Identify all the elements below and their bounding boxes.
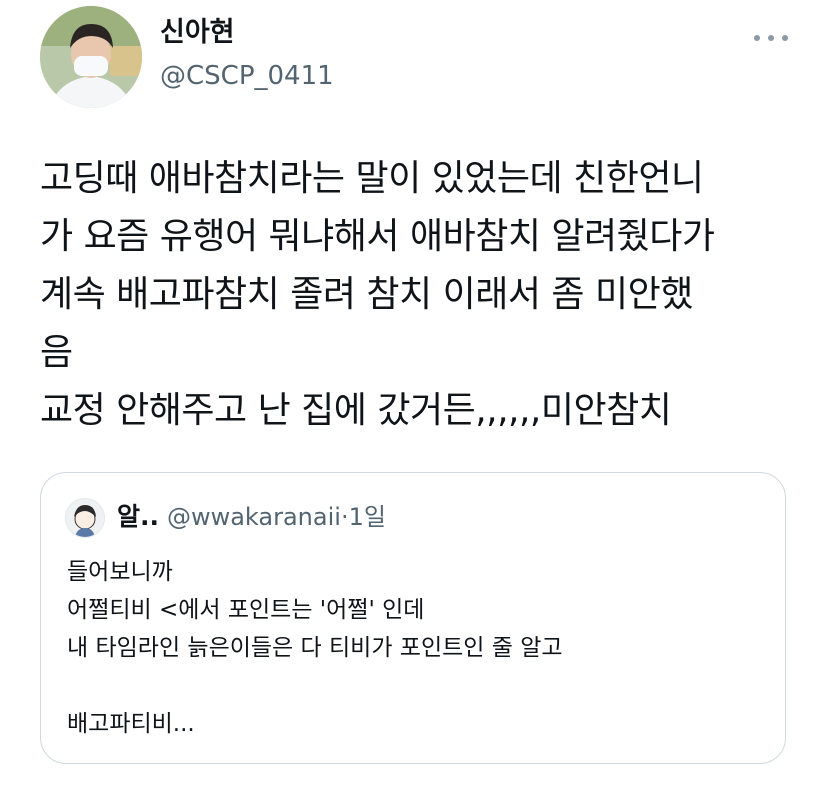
tweet-text: 고딩때 애바참치라는 말이 있었는데 친한언니 가 요즘 유행어 뭐냐해서 애바… [40,158,715,431]
quoted-tweet-header: 알.. @wwakaranaii·1일 [117,499,386,535]
author-avatar[interactable] [40,6,142,108]
quoted-author-avatar[interactable] [65,498,105,538]
quoted-tweet-card[interactable]: 알.. @wwakaranaii·1일 들어보니까 어쩔티비 <에서 포인트는 … [40,472,786,764]
more-horizontal-icon [768,35,774,41]
author-handle[interactable]: @CSCP_0411 [160,60,334,92]
meta-separator: · [340,503,349,531]
quoted-author-handle[interactable]: @wwakaranaii [167,503,341,531]
more-options-button[interactable] [754,24,788,52]
more-horizontal-icon [782,35,788,41]
quoted-tweet-time[interactable]: 1일 [349,503,386,531]
author-display-name[interactable]: 신아현 [160,16,235,50]
quoted-author-display-name[interactable]: 알.. [117,502,159,531]
quoted-tweet-text: 들어보니까 어쩔티비 <에서 포인트는 '어쩔' 인데 내 타임라인 늙은이들은… [67,559,563,737]
more-horizontal-icon [754,35,760,41]
